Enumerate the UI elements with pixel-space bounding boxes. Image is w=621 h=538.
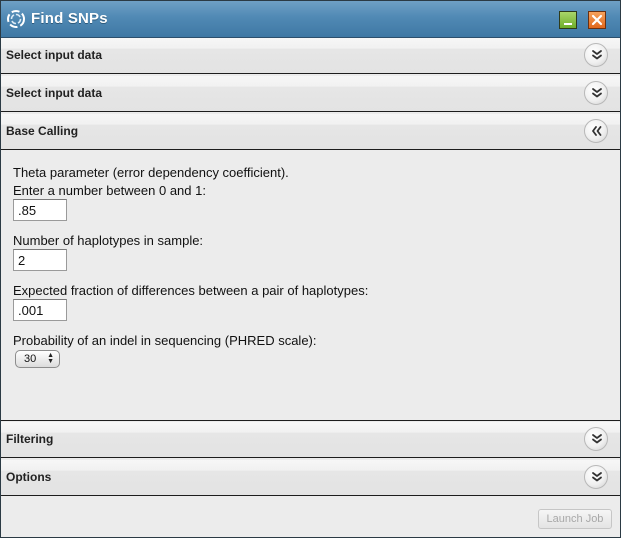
section-select-input-data-2[interactable]: Select input data: [1, 76, 620, 112]
double-chevron-left-icon: [592, 126, 602, 136]
fraction-input[interactable]: [13, 299, 67, 321]
double-chevron-down-icon: [592, 472, 602, 482]
double-chevron-down-icon: [592, 88, 602, 98]
section-base-calling[interactable]: Base Calling: [1, 114, 620, 150]
footer-bar: Launch Job: [1, 499, 620, 537]
title-bar[interactable]: Find SNPs: [1, 1, 620, 38]
fraction-label: Expected fraction of differences between…: [13, 283, 369, 298]
section-label: Select input data: [6, 48, 103, 62]
section-options[interactable]: Options: [1, 460, 620, 496]
section-label: Base Calling: [6, 124, 79, 138]
expand-toggle-button[interactable]: [584, 465, 608, 489]
expand-toggle-button[interactable]: [584, 427, 608, 451]
minimize-button[interactable]: [559, 11, 577, 29]
section-label: Options: [6, 470, 52, 484]
close-icon: [591, 14, 603, 26]
double-chevron-down-icon: [592, 50, 602, 60]
section-filtering[interactable]: Filtering: [1, 422, 620, 458]
close-button[interactable]: [588, 11, 606, 29]
collapse-toggle-button[interactable]: [584, 119, 608, 143]
theta-input[interactable]: [13, 199, 67, 221]
stepper-arrows-icon[interactable]: ▲ ▼: [47, 352, 54, 365]
swirl-logo-icon: [6, 9, 26, 29]
expand-toggle-button[interactable]: [584, 43, 608, 67]
section-label: Select input data: [6, 86, 103, 100]
section-select-input-data-1[interactable]: Select input data: [1, 38, 620, 74]
double-chevron-down-icon: [592, 434, 602, 444]
base-calling-panel: Theta parameter (error dependency coeffi…: [1, 151, 620, 421]
theta-label-line2: Enter a number between 0 and 1:: [13, 183, 206, 198]
haplotypes-label: Number of haplotypes in sample:: [13, 233, 204, 248]
find-snps-window: Find SNPs Select input data Select input…: [0, 0, 621, 538]
theta-label-line1: Theta parameter (error dependency coeffi…: [13, 165, 289, 180]
expand-toggle-button[interactable]: [584, 81, 608, 105]
indel-value: 30: [24, 353, 37, 365]
window-title: Find SNPs: [31, 10, 108, 27]
launch-job-button[interactable]: Launch Job: [538, 509, 612, 529]
indel-label: Probability of an indel in sequencing (P…: [13, 333, 317, 348]
section-label: Filtering: [6, 432, 54, 446]
haplotypes-input[interactable]: [13, 249, 67, 271]
indel-stepper[interactable]: 30 ▲ ▼: [15, 350, 60, 368]
